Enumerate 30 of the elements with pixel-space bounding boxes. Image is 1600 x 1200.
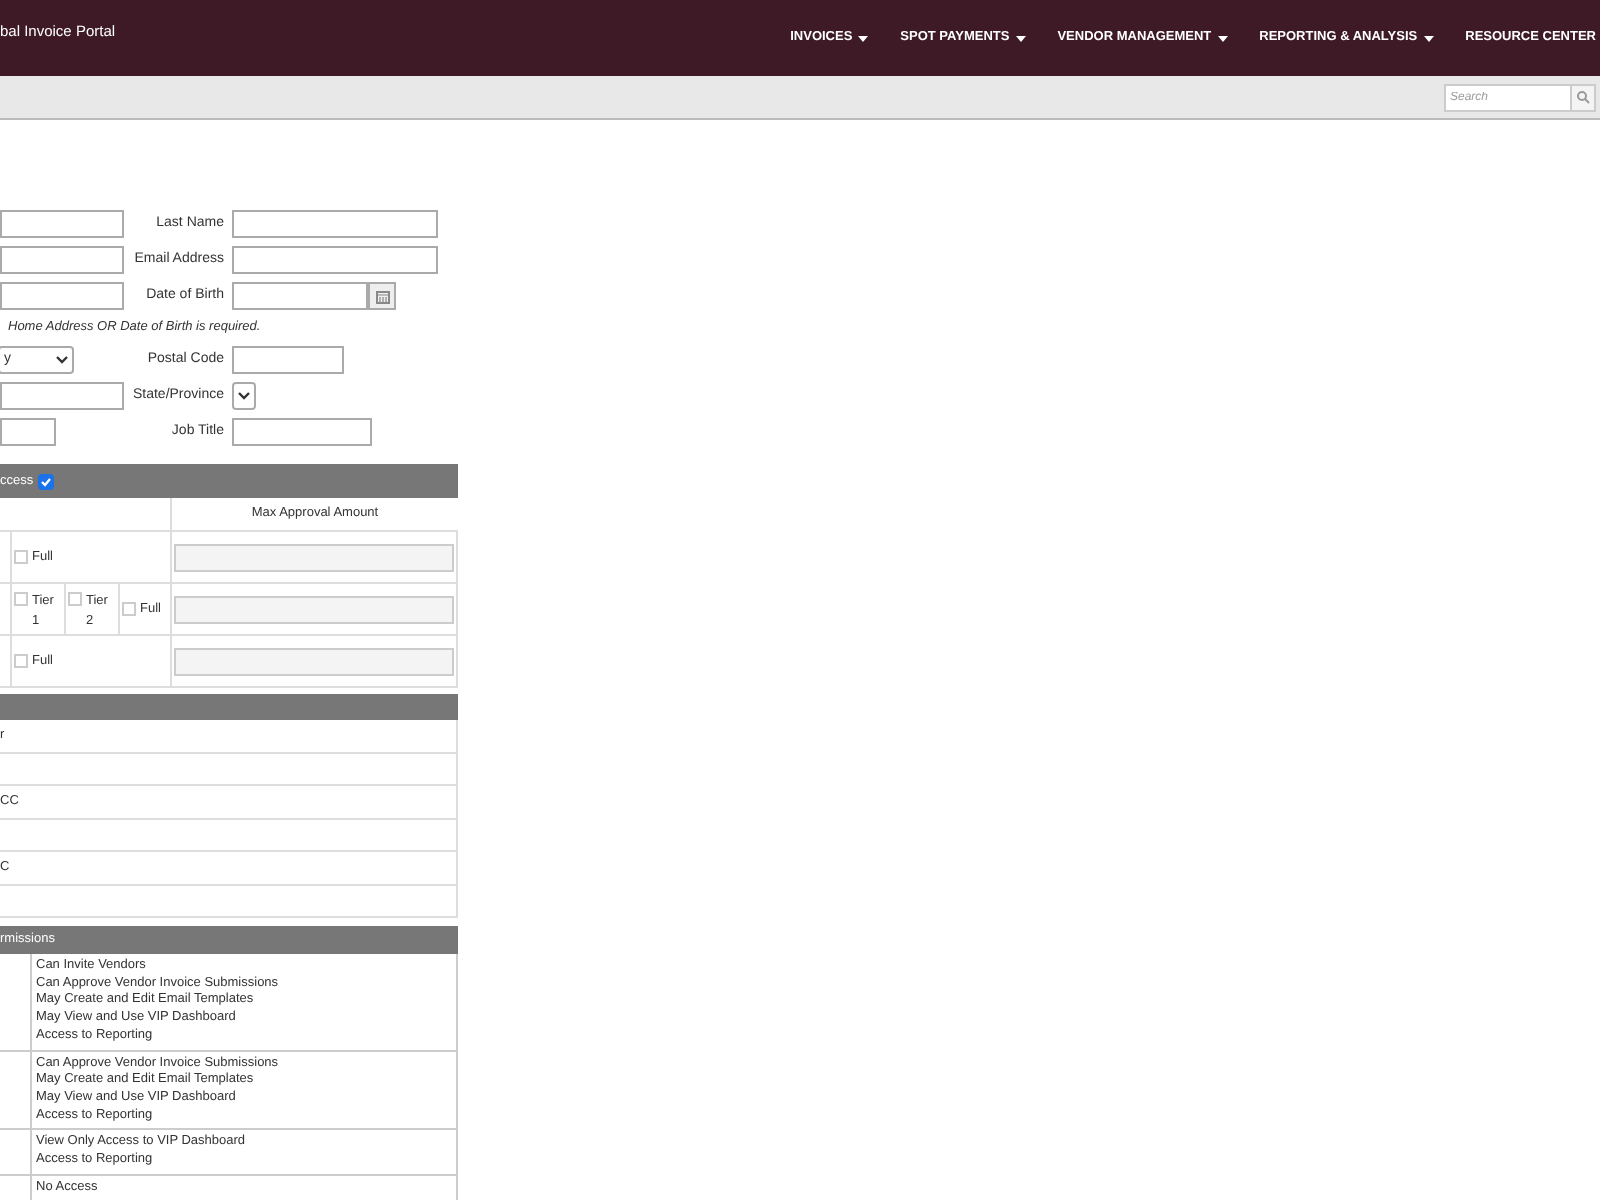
checkbox[interactable]: [14, 654, 28, 668]
checkbox[interactable]: [122, 602, 136, 616]
checkbox[interactable]: [68, 592, 82, 606]
search-button[interactable]: [1572, 83, 1596, 111]
chevron-down-icon: [238, 392, 250, 400]
checkbox[interactable]: [37, 473, 54, 489]
input-field[interactable]: [0, 382, 124, 410]
calendar-icon: [375, 289, 389, 303]
caret-icon: [858, 35, 869, 41]
caret-icon: [1423, 35, 1434, 41]
input-field[interactable]: [232, 346, 344, 374]
input-field[interactable]: [0, 418, 56, 446]
input-field[interactable]: [232, 210, 438, 238]
amount-field[interactable]: [174, 595, 454, 623]
input-field[interactable]: [0, 210, 124, 238]
calendar-button[interactable]: [368, 282, 396, 310]
caret-icon: [1015, 35, 1026, 41]
checkbox[interactable]: [14, 550, 28, 564]
input-field[interactable]: [0, 282, 124, 310]
input-field[interactable]: [0, 246, 124, 274]
select-field[interactable]: [232, 382, 256, 410]
search-icon: [1576, 90, 1590, 104]
input-field[interactable]: [232, 246, 438, 274]
caret-icon: [1217, 35, 1228, 41]
amount-field[interactable]: [174, 543, 454, 571]
chevron-down-icon: [56, 356, 68, 364]
date-field[interactable]: [232, 282, 368, 310]
checkbox[interactable]: [14, 592, 28, 606]
amount-field[interactable]: [174, 647, 454, 675]
input-field[interactable]: [232, 418, 372, 446]
